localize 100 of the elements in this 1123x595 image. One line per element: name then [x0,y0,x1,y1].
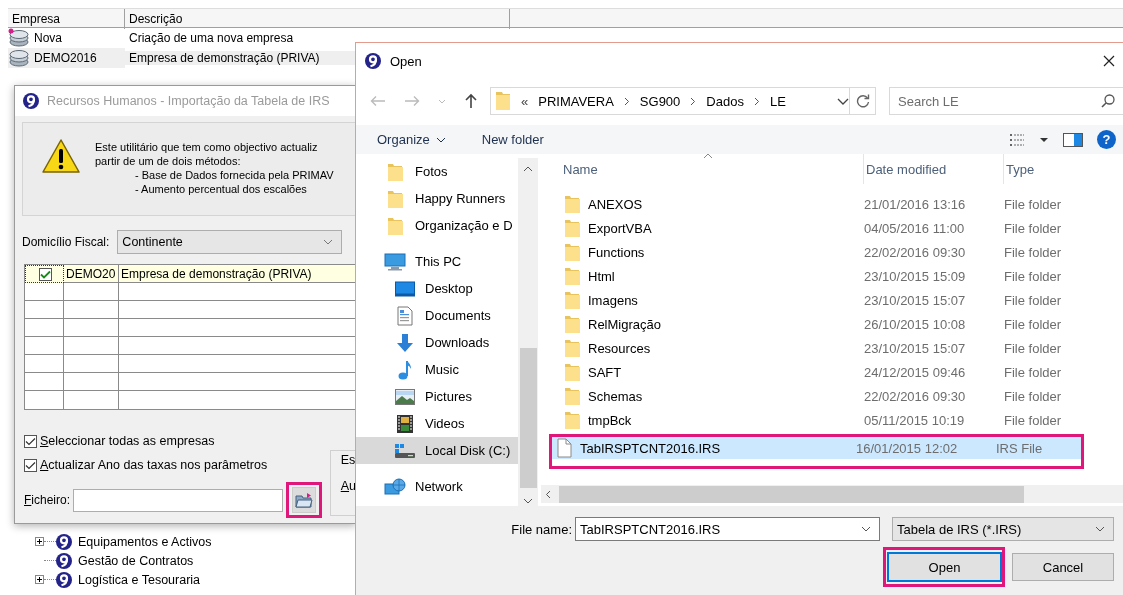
file-row[interactable]: Imagens 23/10/2015 15:07 File folder [541,288,1123,312]
desktop-icon [395,280,415,297]
fiscal-dropdown[interactable]: Continente [117,230,343,254]
chevron-icon [623,96,630,106]
caret-icon [1095,526,1105,532]
computer-icon [384,252,406,271]
table-cell [64,373,119,391]
company-name: Empresa de demonstração (PRIVA) [119,265,356,283]
logo-icon [365,53,381,69]
file-row[interactable]: Resources 23/10/2015 15:07 File folder [541,336,1123,360]
table-cell [64,283,119,301]
file-row[interactable]: Schemas 22/02/2016 09:30 File folder [541,384,1123,408]
checkmark-icon [25,460,36,470]
column-header[interactable]: Type [1004,154,1123,184]
up-arrow-icon[interactable] [464,93,478,109]
folder-icon [564,387,580,405]
field-label: Ficheiro: [24,493,71,507]
nav-item[interactable]: Documents [356,302,518,329]
breadcrumb[interactable]: Dados [706,93,744,109]
nav-item[interactable]: Local Disk (C:) [356,437,518,464]
nav-item[interactable]: Downloads [356,329,518,356]
company-description: Criação de uma nova empresa [128,31,295,45]
file-row[interactable]: TabIRSPTCNT2016.IRS 16/01/2015 12:02 IRS File [552,437,1081,459]
nav-item[interactable]: Network [356,473,518,500]
refresh-icon[interactable] [855,94,870,108]
close-icon[interactable] [1103,55,1115,67]
details-view-icon[interactable] [1009,132,1025,147]
method-item: - Base de Dados fornecida pela PRIMAV [134,168,334,182]
company-code: DEMO2016 [33,51,98,65]
message-text: Este utilitário que tem como objectivo actualiz [95,140,319,154]
checkbox-label: Seleccionar todas as empresas [40,434,215,448]
path-overflow[interactable]: « [521,93,529,109]
chevron-icon [545,489,551,499]
column-header[interactable]: Name [541,154,864,184]
caret-icon[interactable] [837,97,849,105]
tree-item[interactable]: Gestão de Contratos [78,553,194,568]
nav-item[interactable]: Music [356,356,518,383]
caret-icon [323,239,334,245]
file-row[interactable]: ANEXOS 21/01/2016 13:16 File folder [541,192,1123,216]
breadcrumb[interactable]: LE [769,93,786,109]
breadcrumb[interactable]: SG900 [639,93,681,109]
toolbar-button[interactable]: New folder [481,132,544,147]
nav-item[interactable]: Happy Runners [356,185,518,212]
folder-icon [387,216,403,235]
database-icon [8,29,30,47]
column-header: Descrição [125,9,510,29]
address-bar[interactable]: « PRIMAVERA SG900 Dados LE [490,87,876,115]
table-cell [64,301,119,319]
checkmark-icon [40,269,51,279]
nav-item[interactable]: Organização e D [356,212,518,239]
expand-icon[interactable] [35,575,44,584]
picture-icon [395,388,415,405]
company-code: DEMO20 [64,265,119,283]
file-row[interactable]: ExportVBA 04/05/2016 11:00 File folder [541,216,1123,240]
film-icon [396,413,414,434]
caret-icon [523,498,533,504]
file-row[interactable]: SAFT 24/12/2015 09:46 File folder [541,360,1123,384]
dialog-button[interactable]: Cancel [1012,553,1114,581]
folder-icon [564,363,580,381]
field-label: File name: [511,521,572,537]
sort-caret-icon [703,153,713,159]
browse-button[interactable] [292,487,317,513]
company-code: Nova [33,31,63,45]
nav-item[interactable]: Videos [356,410,518,437]
open-folder-icon [295,492,314,508]
file-row[interactable]: tmpBck 05/11/2015 10:19 File folder [541,408,1123,432]
caret-icon [435,136,446,143]
column-header[interactable]: Date modified [864,154,1004,184]
checkmark-icon [25,436,36,446]
tree-item[interactable]: Logística e Tesouraria [78,572,201,587]
nav-item[interactable]: Fotos [356,158,518,185]
nav-item[interactable]: Desktop [356,275,518,302]
field-label: Domicílio Fiscal: [22,235,110,249]
nav-item[interactable]: This PC [356,248,518,275]
folder-icon [564,411,580,429]
checkbox[interactable] [24,458,37,472]
logo-icon [56,571,72,588]
search-field[interactable]: Search LE [889,87,1123,115]
checkbox[interactable] [24,434,37,448]
help-button[interactable]: ? [1097,130,1116,149]
tree-item[interactable]: Equipamentos e Activos [78,534,212,549]
file-row[interactable]: Html 23/10/2015 15:09 File folder [541,264,1123,288]
file-row[interactable]: RelMigração 26/10/2015 10:08 File folder [541,312,1123,336]
download-icon [395,332,415,353]
expand-icon[interactable] [35,537,44,546]
file-name-field[interactable]: TabIRSPTCNT2016.IRS [575,517,880,541]
warning-icon [41,138,81,174]
file-input[interactable] [73,488,284,512]
toolbar-button[interactable]: Organize [377,132,446,147]
checkbox[interactable] [39,267,52,281]
nav-item[interactable]: Pictures [356,383,518,410]
group-text: Au [340,479,356,493]
breadcrumb[interactable]: PRIMAVERA [538,93,614,109]
dialog-button[interactable]: Open [887,552,1002,582]
file-row[interactable]: Functions 22/02/2016 09:30 File folder [541,240,1123,264]
file-type-dropdown[interactable]: Tabela de IRS (*.IRS) [892,517,1114,541]
caret-icon[interactable] [1039,136,1049,143]
file-icon [556,438,572,458]
preview-pane-icon[interactable] [1063,132,1083,147]
folder-icon [564,267,580,285]
